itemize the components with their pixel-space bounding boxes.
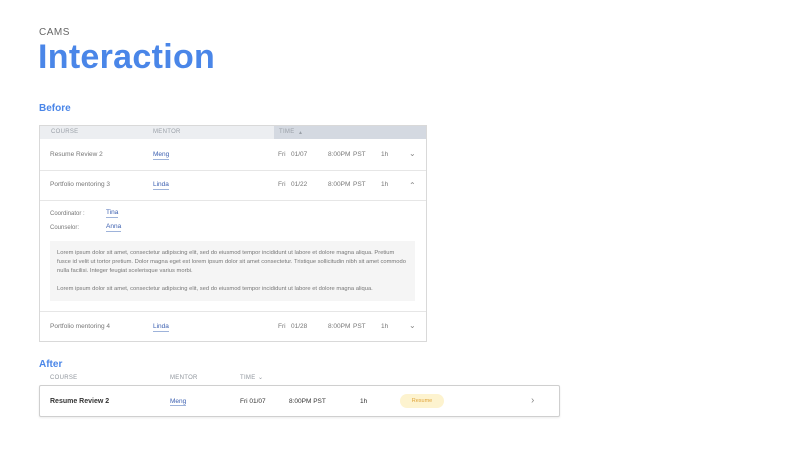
session-timezone: PST — [353, 151, 366, 158]
session-duration: 1h — [381, 151, 389, 158]
session-time: 8:00PM — [328, 181, 351, 188]
table-row[interactable]: Resume Review 2 Meng Fri 01/07 8:00PM PS… — [40, 140, 426, 171]
column-header-course[interactable]: COURSE — [50, 375, 77, 381]
column-header-mentor[interactable]: MENTOR — [153, 129, 181, 135]
session-date: 01/28 — [291, 323, 308, 330]
page-title: Interaction — [38, 38, 216, 76]
chevron-right-icon[interactable]: › — [531, 395, 534, 406]
coordinator-link[interactable]: Tina — [106, 209, 119, 218]
course-name: Portfolio mentoring 4 — [50, 323, 110, 330]
time-column-header-selected[interactable] — [274, 126, 426, 139]
course-name: Portfolio mentoring 3 — [50, 181, 110, 188]
session-duration: 1h — [381, 181, 389, 188]
notes-paragraph: Lorem ipsum dolor sit amet, consectetur … — [57, 250, 406, 274]
table-row[interactable]: Portfolio mentoring 4 Linda Fri 01/28 8:… — [40, 311, 426, 342]
mentor-link[interactable]: Meng — [170, 398, 187, 406]
sort-desc-icon: ⌄ — [258, 375, 264, 381]
session-day: Fri — [278, 151, 286, 158]
session-time: 8:00PM — [328, 151, 351, 158]
sort-asc-icon: ▲ — [298, 130, 304, 136]
session-date: 01/07 — [291, 151, 308, 158]
mentor-link[interactable]: Linda — [153, 181, 169, 190]
notes-paragraph: Lorem ipsum dolor sit amet, consectetur … — [57, 286, 373, 292]
session-timezone: PST — [353, 181, 366, 188]
session-time: 8:00PM PST — [289, 398, 326, 405]
session-timezone: PST — [353, 323, 366, 330]
session-card-row[interactable]: Resume Review 2 Meng Fri 01/07 8:00PM PS… — [39, 385, 560, 417]
mentor-link[interactable]: Meng — [153, 151, 170, 160]
column-header-course[interactable]: COURSE — [51, 129, 78, 135]
app-eyebrow: CAMS — [39, 27, 70, 38]
before-section-label: Before — [39, 103, 71, 114]
mentor-link[interactable]: Linda — [153, 323, 169, 332]
before-table: COURSE MENTOR TIME ▲ Resume Review 2 Men… — [39, 125, 427, 342]
column-header-mentor[interactable]: MENTOR — [170, 375, 198, 381]
session-day-date: Fri 01/07 — [240, 398, 266, 405]
session-date: 01/22 — [291, 181, 308, 188]
chevron-down-icon[interactable]: ⌄ — [409, 149, 416, 158]
coordinator-label: Coordinator : — [50, 211, 85, 217]
after-section-label: After — [39, 359, 63, 370]
counselor-label: Counselor: — [50, 225, 80, 231]
resume-button[interactable]: Resume — [400, 394, 444, 408]
session-day: Fri — [278, 323, 286, 330]
column-header-time[interactable]: TIME — [240, 375, 256, 381]
notes-panel: Lorem ipsum dolor sit amet, consectetur … — [50, 241, 415, 301]
session-day: Fri — [278, 181, 286, 188]
session-duration: 1h — [360, 398, 368, 405]
session-duration: 1h — [381, 323, 389, 330]
counselor-link[interactable]: Anna — [106, 223, 122, 232]
column-header-time[interactable]: TIME — [279, 129, 295, 135]
session-time: 8:00PM — [328, 323, 351, 330]
chevron-down-icon[interactable]: ⌄ — [409, 321, 416, 330]
table-row-expanded[interactable]: Portfolio mentoring 3 Linda Fri 01/22 8:… — [40, 170, 426, 201]
course-name: Resume Review 2 — [50, 151, 103, 158]
course-name: Resume Review 2 — [50, 398, 110, 405]
chevron-up-icon[interactable]: ⌃ — [409, 181, 416, 190]
